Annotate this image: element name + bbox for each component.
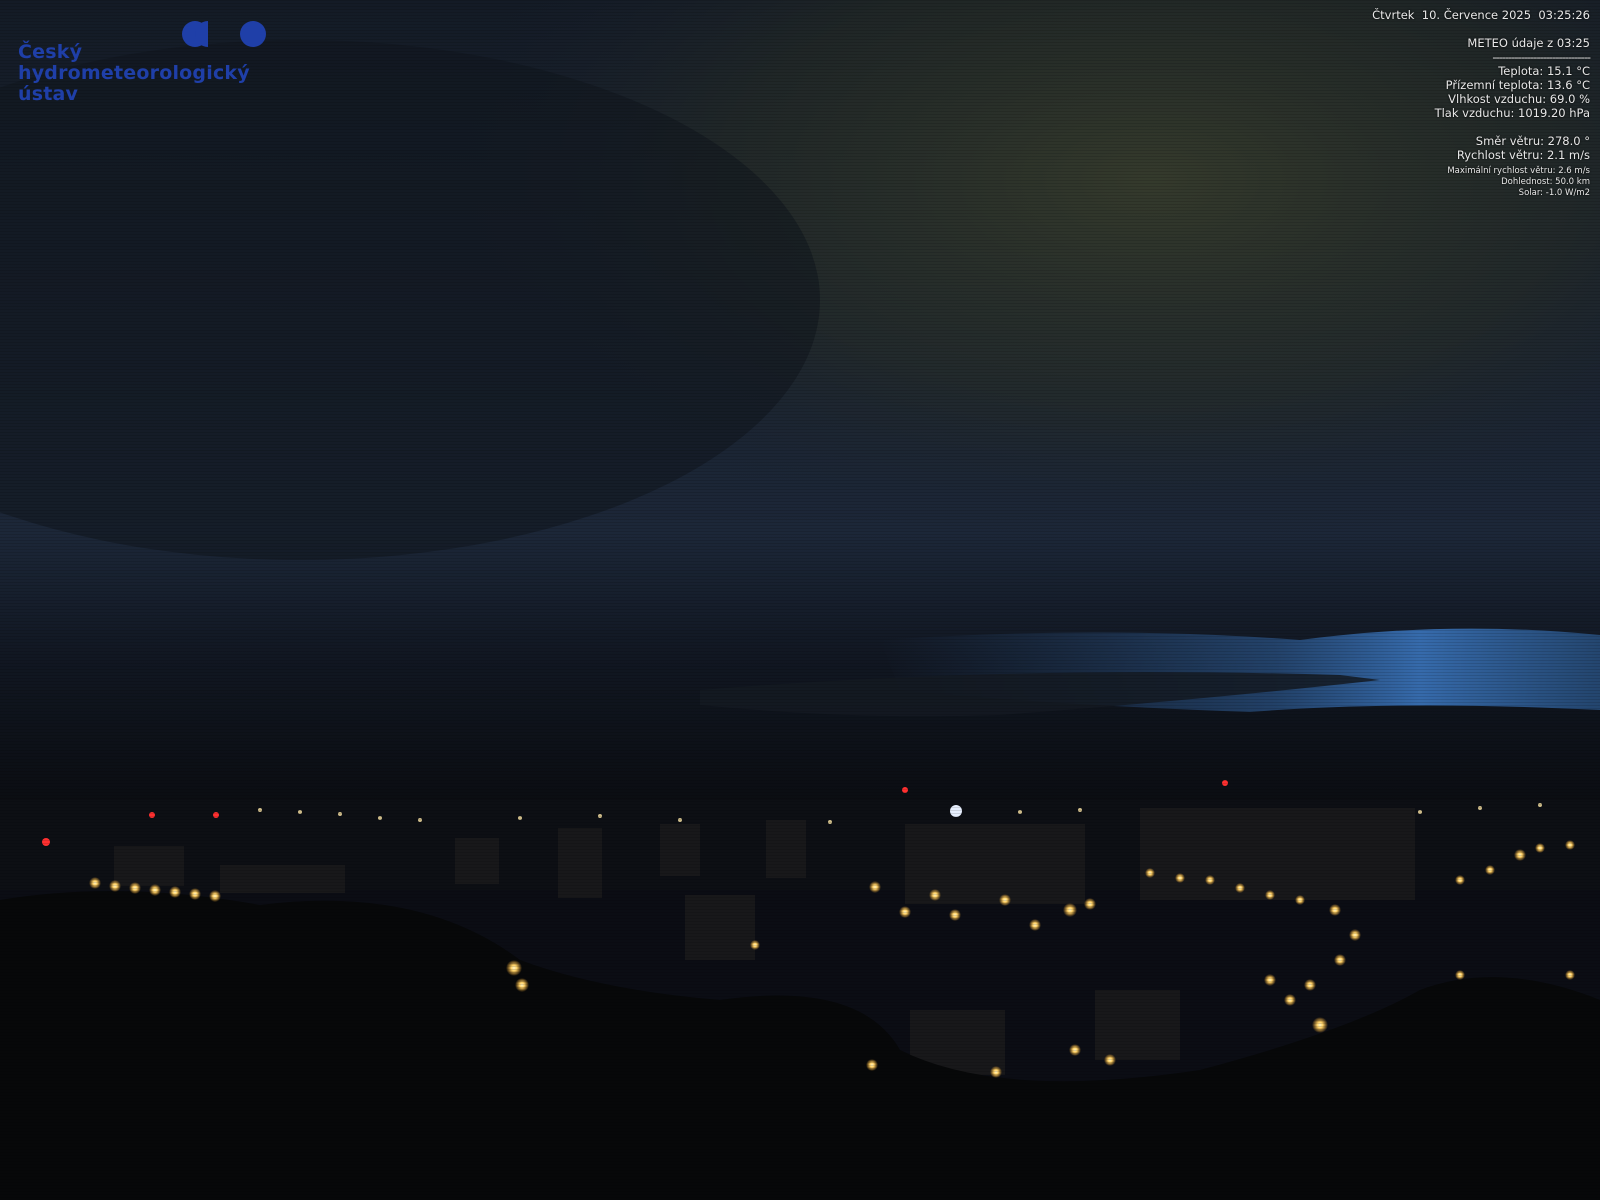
meteo-overlay: Čtvrtek 10. Července 2025 03:25:26 METEO… — [1270, 8, 1591, 199]
wind-speed-reading: Rychlost větru: 2.1 m/s — [1456, 148, 1590, 162]
pressure-reading: Tlak vzduchu: 1019.20 hPa — [1434, 106, 1590, 120]
solar-reading: Solar: -1.0 W/m2 — [1518, 188, 1590, 198]
logo-line-3: ústav — [18, 83, 79, 105]
wind-direction-reading: Směr větru: 278.0 ° — [1475, 134, 1590, 148]
temperature-reading: Teplota: 15.1 °C — [1498, 64, 1590, 78]
humidity-reading: Vlhkost vzduchu: 69.0 % — [1448, 92, 1590, 106]
ground-temperature-reading: Přízemní teplota: 13.6 °C — [1445, 78, 1590, 92]
separator-line: ------------------------------- — [1492, 50, 1591, 64]
meteo-header: METEO údaje z 03:25 — [1467, 36, 1590, 50]
visibility-reading: Dohlednost: 50.0 km — [1501, 177, 1590, 187]
logo-line-1: Český — [18, 41, 83, 63]
logo-line-2: hydrometeorologický — [18, 62, 250, 84]
chmu-logo: Český hydrometeorologický ústav — [18, 16, 268, 116]
logo-wordmark: Český hydrometeorologický ústav — [18, 42, 250, 105]
datetime-stamp: Čtvrtek 10. Července 2025 03:25:26 — [1372, 8, 1590, 22]
max-wind-speed-reading: Maximální rychlost větru: 2.6 m/s — [1447, 166, 1590, 176]
